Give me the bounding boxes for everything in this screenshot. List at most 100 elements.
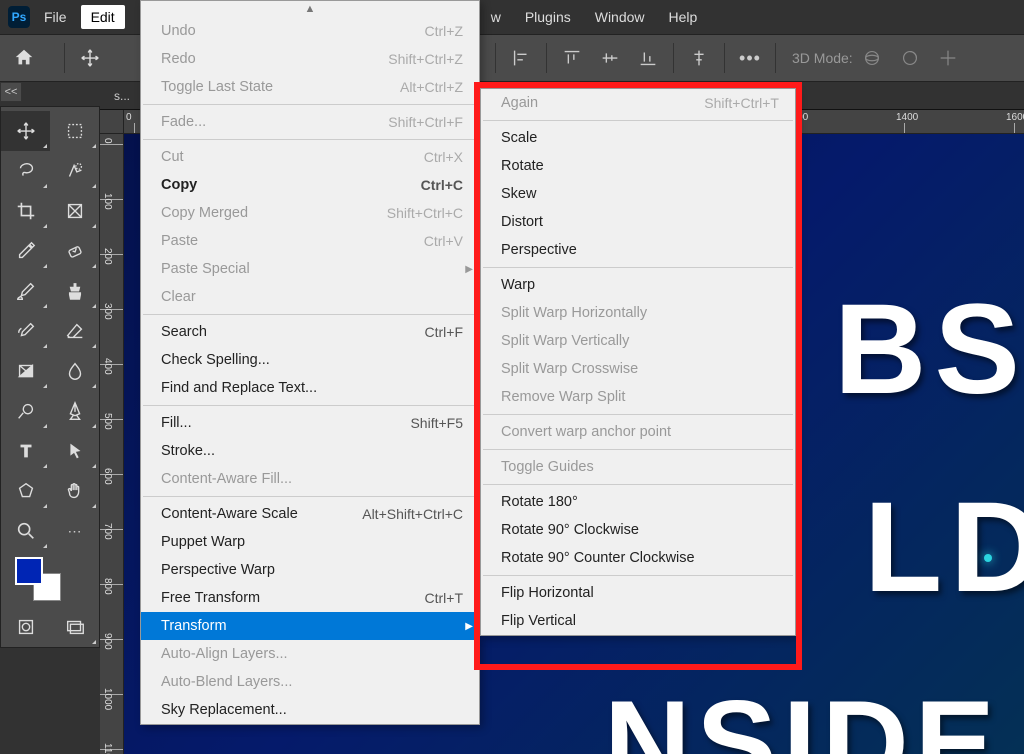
canvas-text-3: NSIDE [604,674,1001,754]
menu-item-shortcut: Ctrl+T [425,590,464,606]
blur-tool[interactable] [50,351,99,391]
dodge-tool[interactable] [1,391,50,431]
menu-item-label: Split Warp Horizontally [501,305,779,321]
eraser-tool[interactable] [50,311,99,351]
menu-item-rotate[interactable]: Rotate [481,152,795,180]
3d-roll-icon[interactable] [895,43,925,73]
menu-item-label: Rotate 180° [501,494,779,510]
menu-item-label: Puppet Warp [161,534,463,550]
align-bottom-icon[interactable] [633,43,663,73]
crop-tool[interactable] [1,191,50,231]
menu-item-label: Convert warp anchor point [501,424,779,440]
quick-select-tool[interactable] [50,151,99,191]
vertical-ruler[interactable]: 010020030040050060070080090010001100 [100,134,124,754]
pen-tool[interactable] [50,391,99,431]
menu-item-rotate-90-counter-clockwise[interactable]: Rotate 90° Counter Clockwise [481,544,795,572]
brush-tool[interactable] [1,271,50,311]
type-tool[interactable] [1,431,50,471]
menu-item-undo: UndoCtrl+Z [141,17,479,45]
menu-item-rotate-90-clockwise[interactable]: Rotate 90° Clockwise [481,516,795,544]
menu-item-flip-vertical[interactable]: Flip Vertical [481,607,795,635]
menu-item-perspective[interactable]: Perspective [481,236,795,264]
menu-plugins[interactable]: Plugins [515,5,581,29]
menu-item-label: Cut [161,149,424,165]
menu-item-content-aware-scale[interactable]: Content-Aware ScaleAlt+Shift+Ctrl+C [141,500,479,528]
menu-item-sky-replacement-[interactable]: Sky Replacement... [141,696,479,724]
menu-item-perspective-warp[interactable]: Perspective Warp [141,556,479,584]
more-options-icon[interactable]: ••• [735,43,765,73]
menu-item-warp[interactable]: Warp [481,271,795,299]
menu-scroll-up[interactable]: ▲ [141,1,479,17]
menu-file[interactable]: File [34,5,77,29]
home-button[interactable] [8,42,40,74]
3d-orbit-icon[interactable] [857,43,887,73]
move-tool[interactable] [1,111,50,151]
menu-item-free-transform[interactable]: Free TransformCtrl+T [141,584,479,612]
menu-item-scale[interactable]: Scale [481,124,795,152]
menu-item-rotate-180-[interactable]: Rotate 180° [481,488,795,516]
toolbox: ⋯ [0,106,100,648]
menu-item-transform[interactable]: Transform▶ [141,612,479,640]
frame-tool[interactable] [50,191,99,231]
healing-brush-tool[interactable] [50,231,99,271]
foreground-color[interactable] [15,557,43,585]
menu-item-search[interactable]: SearchCtrl+F [141,318,479,346]
history-brush-tool[interactable] [1,311,50,351]
screenmode-tool[interactable] [50,607,99,647]
menu-edit[interactable]: Edit [81,5,125,29]
lasso-tool[interactable] [1,151,50,191]
menu-window[interactable]: Window [585,5,655,29]
menu-item-label: Fade... [161,114,388,130]
menu-item-shortcut: Shift+Ctrl+Z [388,51,463,67]
expand-panel-button[interactable]: << [0,82,22,102]
eyedropper-tool[interactable] [1,231,50,271]
menu-item-label: Toggle Last State [161,79,400,95]
path-select-tool[interactable] [50,431,99,471]
menu-view-partial[interactable]: w [491,5,511,29]
quickmask-tool[interactable] [1,607,50,647]
menu-item-label: Fill... [161,415,410,431]
menu-item-label: Auto-Blend Layers... [161,674,463,690]
align-vcenter-icon[interactable] [595,43,625,73]
marquee-tool[interactable] [50,111,99,151]
ruler-origin[interactable] [100,110,124,134]
menu-item-shortcut: Ctrl+Z [425,23,464,39]
menu-item-shortcut: Shift+Ctrl+T [704,95,779,111]
menu-item-check-spelling-[interactable]: Check Spelling... [141,346,479,374]
menu-item-find-and-replace-text-[interactable]: Find and Replace Text... [141,374,479,402]
menu-item-redo: RedoShift+Ctrl+Z [141,45,479,73]
menu-item-stroke-[interactable]: Stroke... [141,437,479,465]
menu-item-label: Rotate 90° Clockwise [501,522,779,538]
menu-item-label: Stroke... [161,443,463,459]
menu-item-shortcut: Alt+Shift+Ctrl+C [362,506,463,522]
menu-item-label: Perspective [501,242,779,258]
menu-item-label: Auto-Align Layers... [161,646,463,662]
zoom-tool[interactable] [1,511,50,551]
move-tool-icon[interactable] [75,43,105,73]
align-top-icon[interactable] [557,43,587,73]
3d-pan-icon[interactable] [933,43,963,73]
menu-help[interactable]: Help [659,5,708,29]
menu-item-label: Remove Warp Split [501,389,779,405]
menu-item-toggle-last-state: Toggle Last StateAlt+Ctrl+Z [141,73,479,101]
extra-tools[interactable]: ⋯ [50,511,99,551]
menu-item-skew[interactable]: Skew [481,180,795,208]
hand-tool[interactable] [50,471,99,511]
menu-item-split-warp-horizontally: Split Warp Horizontally [481,299,795,327]
menu-item-label: Paste [161,233,424,249]
menu-item-copy[interactable]: CopyCtrl+C [141,171,479,199]
menu-item-distort[interactable]: Distort [481,208,795,236]
shape-tool[interactable] [1,471,50,511]
menu-item-copy-merged: Copy MergedShift+Ctrl+C [141,199,479,227]
menu-item-label: Free Transform [161,590,425,606]
align-left-icon[interactable] [506,43,536,73]
align-hcenter-icon[interactable] [684,43,714,73]
menu-item-shortcut: Ctrl+F [425,324,464,340]
menu-item-label: Perspective Warp [161,562,463,578]
menu-item-flip-horizontal[interactable]: Flip Horizontal [481,579,795,607]
menu-item-fill-[interactable]: Fill...Shift+F5 [141,409,479,437]
menu-item-puppet-warp[interactable]: Puppet Warp [141,528,479,556]
color-swatches[interactable] [1,551,99,607]
gradient-tool[interactable] [1,351,50,391]
clone-stamp-tool[interactable] [50,271,99,311]
